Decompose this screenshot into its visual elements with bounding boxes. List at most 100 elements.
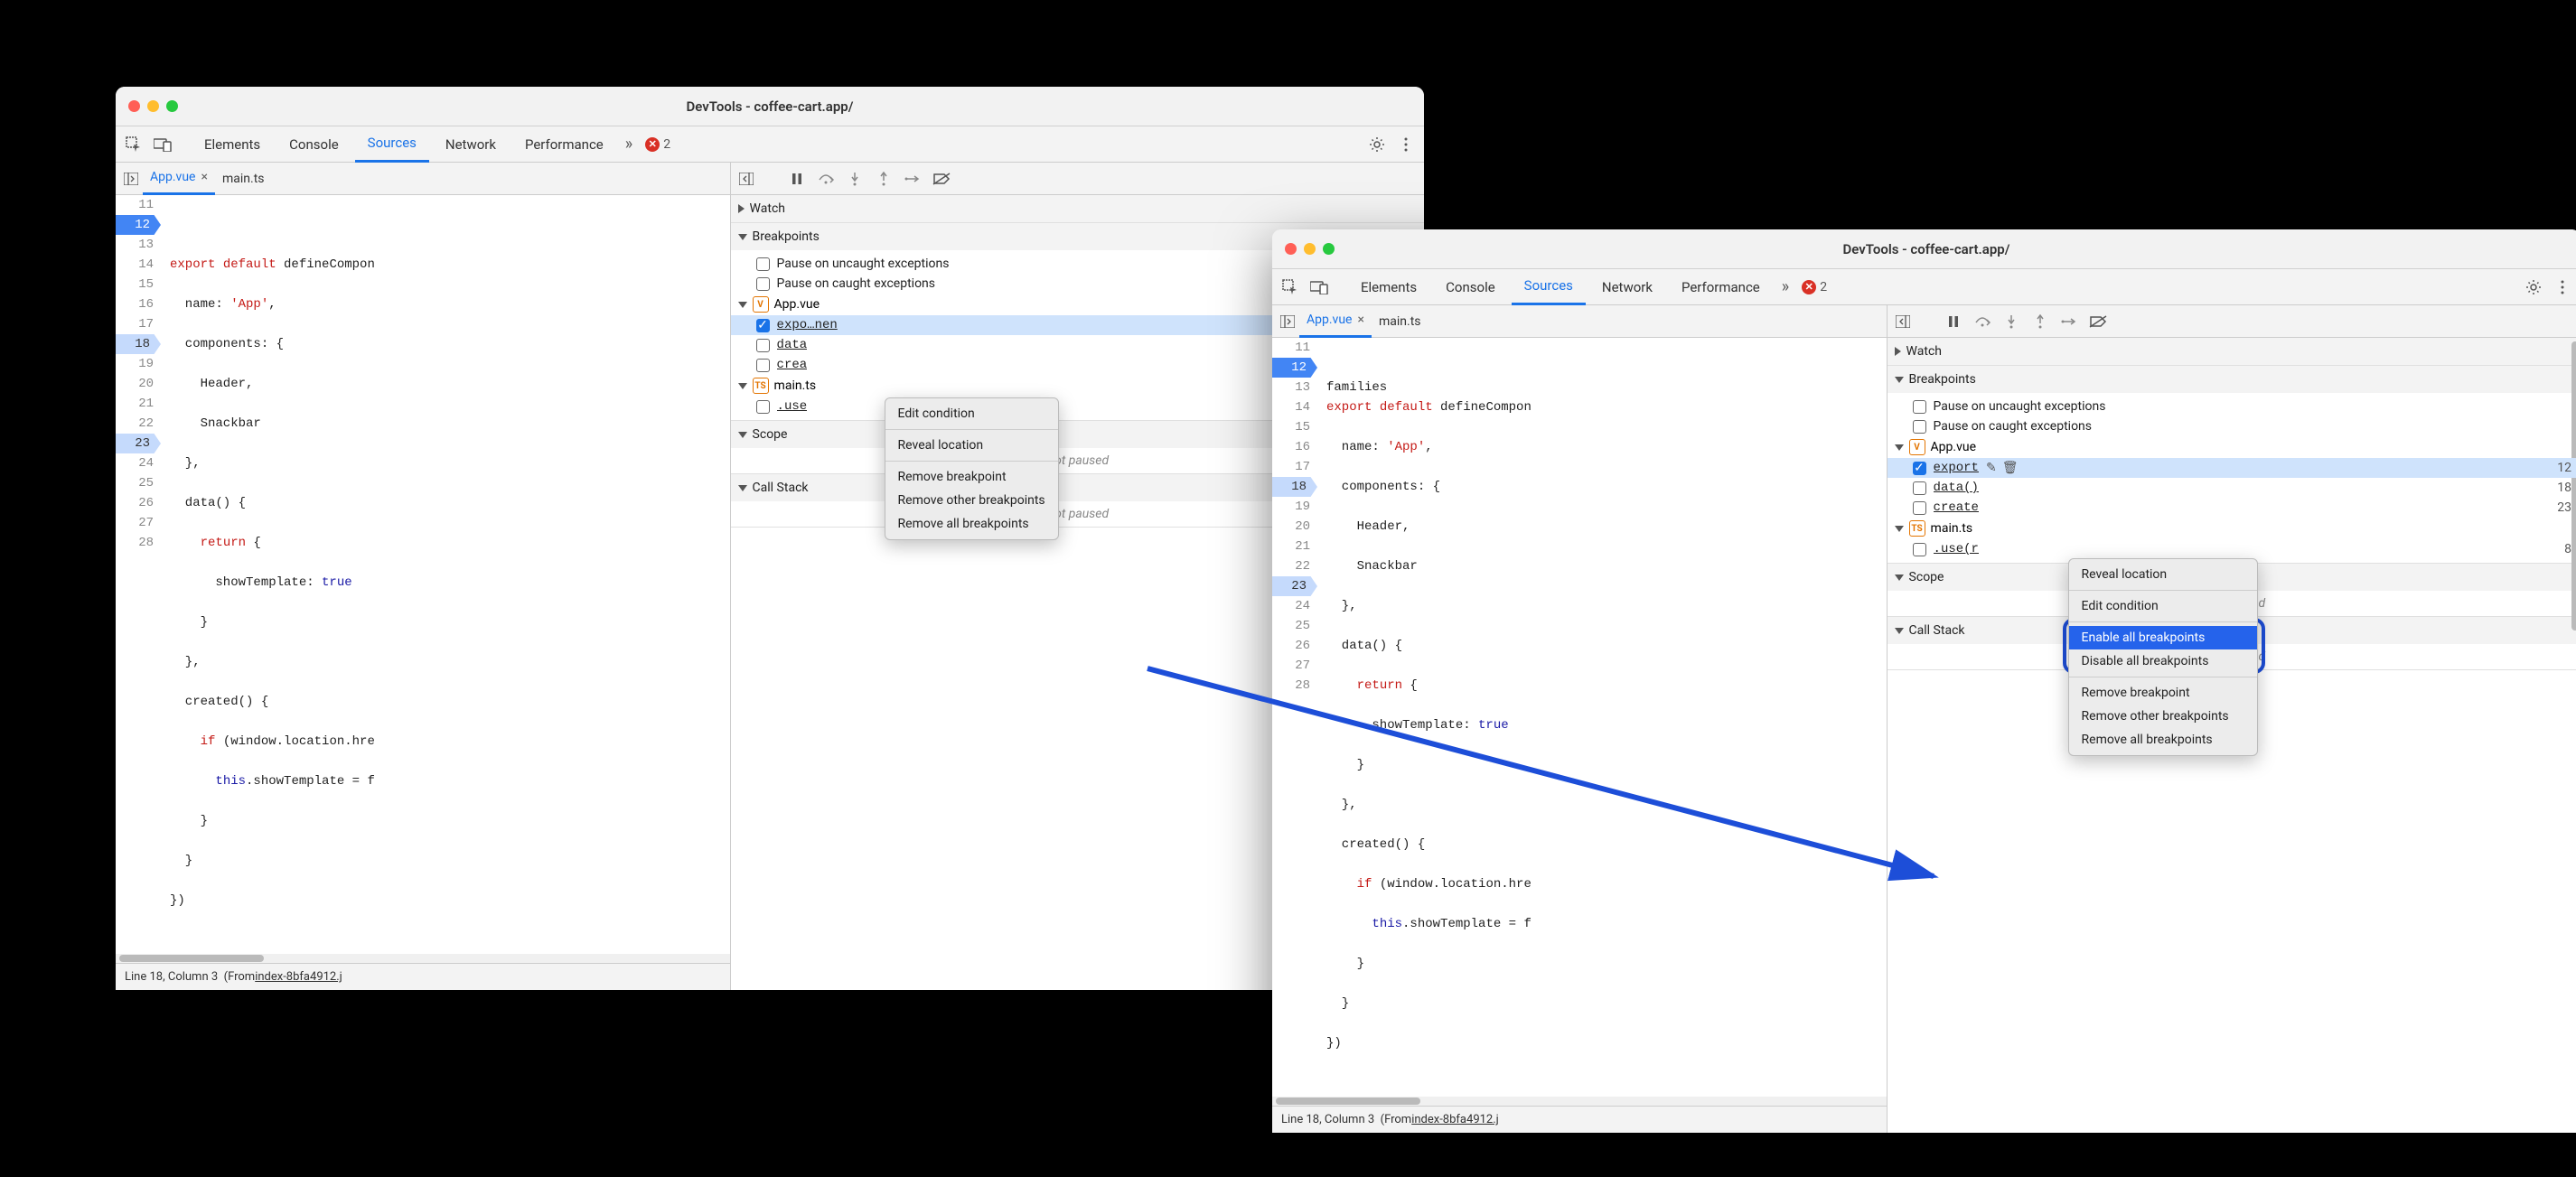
menu-remove-breakpoint[interactable]: Remove breakpoint	[885, 465, 1058, 489]
close-window-icon[interactable]	[128, 100, 140, 112]
line-gutter[interactable]: 11 12 13 14 15 16 17 18 19 20 21 22 23 2…	[116, 195, 161, 954]
show-navigator-icon[interactable]	[1276, 315, 1299, 328]
hide-debugger-icon[interactable]	[1893, 312, 1913, 332]
checkbox-checked-icon[interactable]: ✓	[1913, 462, 1926, 475]
pause-uncaught-checkbox[interactable]: Pause on uncaught exceptions	[1888, 397, 2576, 416]
tab-performance[interactable]: Performance	[512, 126, 616, 163]
breakpoint-item[interactable]: create 23	[1888, 498, 2576, 518]
menu-remove-other-breakpoints[interactable]: Remove other breakpoints	[885, 489, 1058, 512]
checkbox-icon[interactable]	[756, 359, 770, 372]
menu-remove-other-breakpoints[interactable]: Remove other breakpoints	[2069, 705, 2257, 728]
checkbox-checked-icon[interactable]: ✓	[756, 319, 770, 332]
tab-network[interactable]: Network	[1589, 269, 1665, 305]
breakpoint-marker[interactable]: 23	[116, 434, 161, 453]
horizontal-scrollbar[interactable]	[1272, 1097, 1887, 1106]
menu-disable-all-breakpoints[interactable]: Disable all breakpoints	[2069, 649, 2257, 673]
maximize-window-icon[interactable]	[166, 100, 178, 112]
deactivate-breakpoints-icon[interactable]	[2088, 312, 2108, 332]
breakpoint-item[interactable]: ✓ export ✎ 🗑 12	[1888, 458, 2576, 478]
device-toolbar-icon[interactable]	[1307, 275, 1332, 300]
minimize-window-icon[interactable]	[1304, 243, 1316, 255]
code-text[interactable]: export default defineCompon name: 'App',…	[161, 195, 730, 954]
file-tab-app-vue[interactable]: App.vue ×	[1299, 305, 1372, 338]
file-tab-main-ts[interactable]: main.ts	[1372, 305, 1429, 338]
step-out-icon[interactable]	[874, 169, 894, 189]
step-over-icon[interactable]	[816, 169, 836, 189]
checkbox-icon[interactable]	[756, 400, 770, 414]
tab-performance[interactable]: Performance	[1669, 269, 1773, 305]
tab-elements[interactable]: Elements	[192, 126, 273, 163]
breakpoint-item[interactable]: data() 18	[1888, 478, 2576, 498]
pause-icon[interactable]	[1944, 312, 1963, 332]
breakpoint-marker[interactable]: 12	[116, 215, 161, 235]
tab-network[interactable]: Network	[433, 126, 509, 163]
kebab-menu-icon[interactable]	[2550, 275, 2575, 300]
breakpoint-group-app[interactable]: V App.vue	[1888, 436, 2576, 458]
checkbox-icon[interactable]	[1913, 501, 1926, 515]
tab-elements[interactable]: Elements	[1348, 269, 1429, 305]
line-gutter[interactable]: 11 12 13 14 15 16 17 18 19 20 21 22 23 2…	[1272, 338, 1317, 1097]
breakpoint-group-main[interactable]: TS main.ts	[1888, 518, 2576, 539]
pause-caught-checkbox[interactable]: Pause on caught exceptions	[1888, 416, 2576, 436]
tab-sources[interactable]: Sources	[355, 126, 429, 163]
step-icon[interactable]	[903, 169, 923, 189]
more-tabs-icon[interactable]: »	[620, 135, 638, 154]
tab-sources[interactable]: Sources	[1512, 269, 1586, 305]
breakpoint-marker[interactable]: 12	[1272, 358, 1317, 378]
step-into-icon[interactable]	[2001, 312, 2021, 332]
code-editor[interactable]: 11 12 13 14 15 16 17 18 19 20 21 22 23 2…	[116, 195, 730, 954]
show-navigator-icon[interactable]	[119, 173, 143, 185]
step-out-icon[interactable]	[2030, 312, 2050, 332]
settings-gear-icon[interactable]	[1364, 132, 1390, 157]
checkbox-icon[interactable]	[1913, 543, 1926, 556]
tab-console[interactable]: Console	[1433, 269, 1508, 305]
error-badge[interactable]: ✕ 2	[642, 137, 674, 152]
source-map-link[interactable]: index-8bfa4912.j	[1411, 1113, 1499, 1126]
device-toolbar-icon[interactable]	[150, 132, 175, 157]
breakpoint-marker[interactable]: 23	[1272, 576, 1317, 596]
menu-reveal-location[interactable]: Reveal location	[2069, 563, 2257, 586]
error-badge[interactable]: ✕ 2	[1798, 280, 1831, 294]
maximize-window-icon[interactable]	[1323, 243, 1335, 255]
inspect-icon[interactable]	[1278, 275, 1303, 300]
menu-edit-condition[interactable]: Edit condition	[885, 402, 1058, 425]
code-text[interactable]: familiesexport default defineCompon name…	[1317, 338, 1887, 1097]
file-tab-app-vue[interactable]: App.vue ×	[143, 163, 215, 195]
step-into-icon[interactable]	[845, 169, 865, 189]
watch-section[interactable]: Watch	[1888, 338, 2576, 366]
deactivate-breakpoints-icon[interactable]	[932, 169, 951, 189]
menu-enable-all-breakpoints[interactable]: Enable all breakpoints	[2069, 626, 2257, 649]
menu-remove-all-breakpoints[interactable]: Remove all breakpoints	[2069, 728, 2257, 752]
watch-section[interactable]: Watch	[731, 195, 1424, 223]
hide-debugger-icon[interactable]	[736, 169, 756, 189]
checkbox-icon[interactable]	[756, 339, 770, 352]
menu-reveal-location[interactable]: Reveal location	[885, 434, 1058, 457]
inspect-icon[interactable]	[121, 132, 146, 157]
horizontal-scrollbar[interactable]	[116, 954, 730, 963]
menu-remove-all-breakpoints[interactable]: Remove all breakpoints	[885, 512, 1058, 536]
checkbox-icon[interactable]	[1913, 481, 1926, 495]
breakpoint-item[interactable]: .use(r 8	[1888, 539, 2576, 559]
close-tab-icon[interactable]: ×	[201, 170, 207, 184]
menu-edit-condition[interactable]: Edit condition	[2069, 594, 2257, 618]
checkbox-icon	[1913, 420, 1926, 434]
delete-icon[interactable]: 🗑	[2002, 461, 2019, 475]
file-tab-main-ts[interactable]: main.ts	[215, 163, 272, 195]
step-icon[interactable]	[2059, 312, 2079, 332]
pause-icon[interactable]	[787, 169, 807, 189]
menu-remove-breakpoint[interactable]: Remove breakpoint	[2069, 681, 2257, 705]
settings-gear-icon[interactable]	[2521, 275, 2546, 300]
more-tabs-icon[interactable]: »	[1776, 277, 1794, 296]
breakpoint-marker[interactable]: 18	[1272, 477, 1317, 497]
vertical-scrollbar[interactable]	[2571, 341, 2576, 1106]
step-over-icon[interactable]	[1972, 312, 1992, 332]
close-tab-icon[interactable]: ×	[1357, 313, 1363, 327]
close-window-icon[interactable]	[1285, 243, 1297, 255]
kebab-menu-icon[interactable]	[1393, 132, 1419, 157]
source-map-link[interactable]: index-8bfa4912.j	[255, 970, 342, 984]
breakpoint-marker[interactable]: 18	[116, 334, 161, 354]
minimize-window-icon[interactable]	[147, 100, 159, 112]
tab-console[interactable]: Console	[276, 126, 351, 163]
code-editor[interactable]: 11 12 13 14 15 16 17 18 19 20 21 22 23 2…	[1272, 338, 1887, 1097]
edit-icon[interactable]: ✎	[1986, 461, 1997, 475]
